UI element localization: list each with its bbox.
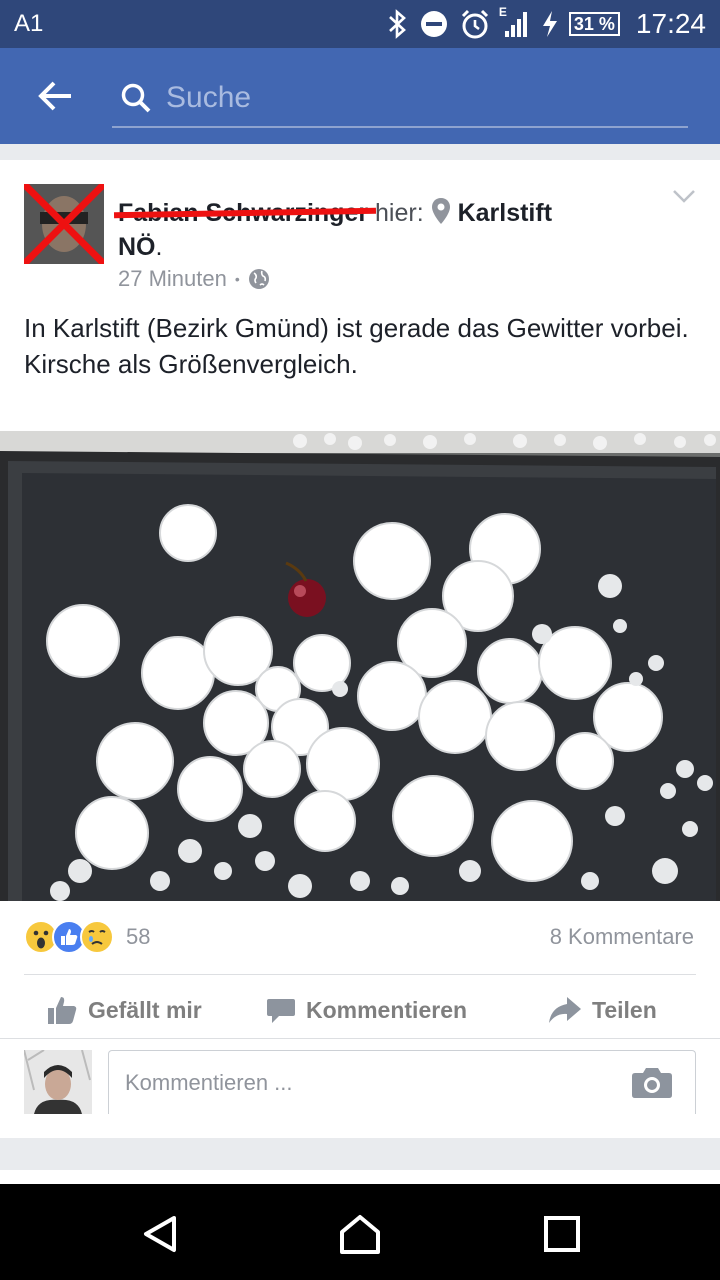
comment-input[interactable] [125,1069,615,1096]
comment-label: Kommentieren [306,996,468,1023]
share-label: Teilen [592,996,657,1023]
globe-icon [248,269,269,289]
post-actions: Gefällt mir Kommentieren Teilen [0,982,720,1038]
app-bar [0,48,720,144]
share-button[interactable]: Teilen [548,995,657,1025]
reaction-count: 58 [126,924,151,949]
divider [24,974,696,975]
like-button[interactable]: Gefällt mir [46,994,202,1026]
search-icon [121,83,151,113]
place-region[interactable]: NÖ [118,233,156,261]
post-text-line: In Karlstift (Bezirk Gmünd) ist gerade d… [24,313,689,343]
nav-recents-button[interactable] [540,1212,584,1256]
camera-icon [632,1068,672,1098]
camera-button[interactable] [631,1065,673,1104]
comment-field[interactable] [108,1050,696,1114]
signal-icon: E [499,5,531,39]
back-arrow-icon [38,81,71,111]
back-button[interactable] [0,48,110,144]
post-header: Fabian Schwarzinger hier: Karlstift NÖ. [113,196,638,264]
share-icon [549,997,581,1023]
nav-back-icon [144,1216,176,1252]
like-label: Gefällt mir [88,996,202,1023]
dnd-icon [419,9,449,39]
clock: 17:24 [635,8,706,39]
nav-back-button[interactable] [138,1212,182,1256]
status-bar: A1 E 31 % 17:24 [0,0,720,48]
system-nav-bar [0,1184,720,1280]
nav-home-button[interactable] [338,1212,382,1256]
user-avatar [24,1050,92,1114]
charging-icon [541,10,559,38]
post-photo[interactable] [0,431,720,901]
post-card: Fabian Schwarzinger hier: Karlstift NÖ. … [0,160,720,1138]
like-icon [48,997,77,1024]
battery-indicator: 31 % [568,12,620,36]
post-text: In Karlstift (Bezirk Gmünd) ist gerade d… [24,310,696,382]
divider [0,1038,720,1039]
chevron-down-icon [673,190,695,203]
status-icons: E 31 % 17:24 [387,5,706,40]
nav-recents-icon [544,1216,580,1252]
comment-composer [0,1040,720,1114]
post-time[interactable]: 27 Minuten [118,266,227,292]
here-label: hier: [375,199,424,227]
meta-separator: • [234,271,240,287]
reactions-summary[interactable]: 58 [24,920,150,954]
comment-button[interactable]: Kommentieren [266,995,467,1025]
post-meta: 27 Minuten • [118,266,270,292]
search-bar[interactable] [112,70,688,128]
alarm-icon [459,8,491,40]
author-name[interactable]: Fabian Schwarzinger [113,196,377,230]
network-type-label: E [498,5,507,19]
place-suffix: . [155,233,163,261]
comments-count-link[interactable]: 8 Kommentare [550,924,694,950]
next-post-card-edge [0,1170,720,1184]
post-options-button[interactable] [672,188,696,209]
place-link[interactable]: Karlstift [458,199,552,227]
search-input[interactable] [166,81,646,115]
bluetooth-icon [387,9,409,39]
place-name: Karlstift [457,199,553,227]
post-text-line: Kirsche als Größenvergleich. [24,349,358,379]
sad-reaction-icon [80,920,114,954]
comment-icon [267,999,295,1023]
location-pin-icon [431,198,450,224]
nav-home-icon [340,1215,380,1254]
carrier-label: A1 [14,10,44,37]
author-avatar[interactable] [24,184,104,264]
